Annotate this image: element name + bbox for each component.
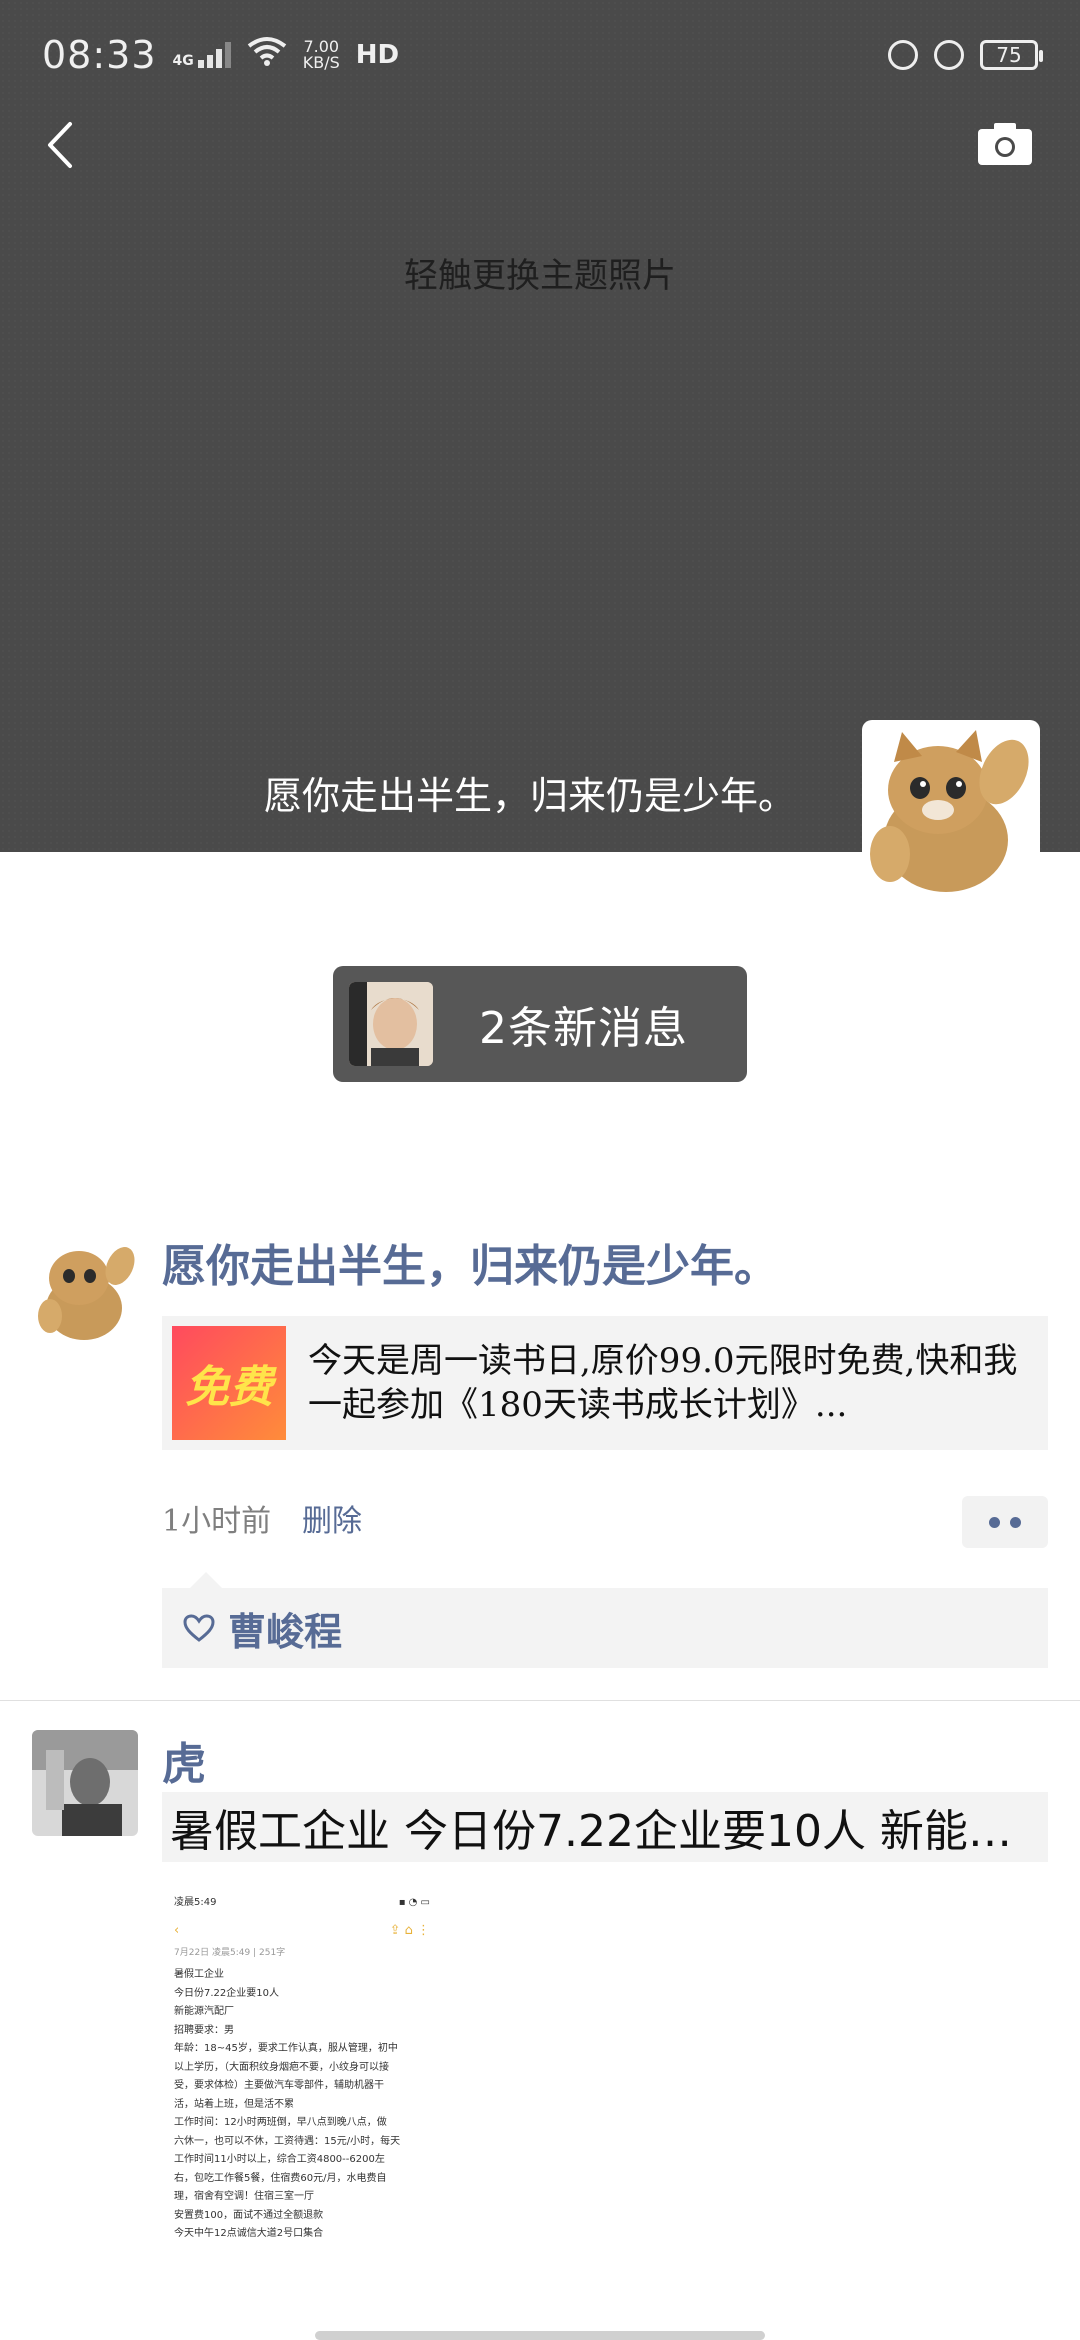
image-note-line: 暑假工企业	[174, 1969, 224, 1980]
image-note-line: 新能源汽配厂	[174, 2006, 234, 2017]
new-messages-button[interactable]: 2条新消息	[333, 966, 747, 1082]
profile-avatar[interactable]	[864, 722, 1038, 896]
image-note-line: 今天中午12点诚信大道2号口集合	[174, 2228, 324, 2239]
home-indicator[interactable]	[315, 2331, 765, 2340]
post-avatar[interactable]	[32, 1730, 138, 1836]
status-bar: 08:33 4G 7.00 KB/S HD 75	[0, 0, 1080, 110]
image-toolbar: ‹ ⇪ ⌂ ⋮	[162, 1912, 440, 1940]
person-avatar-image	[32, 1730, 138, 1836]
status-time: 08:33	[42, 33, 157, 77]
image-tool-icons: ⇪ ⌂ ⋮	[389, 1923, 430, 1938]
speed-unit: KB/S	[302, 53, 340, 72]
image-status-bar: 凌晨5:49 ▪ ◔ ▭	[162, 1888, 440, 1912]
image-note-line: 活，站着上班，但是活不累	[174, 2098, 294, 2110]
camera-icon	[978, 123, 1032, 165]
image-note-line: 右，包吃工作餐5餐，住宿费60元/月，水电费自	[174, 2172, 387, 2184]
image-note-line: 受，要求体检）主要做汽车零部件，辅助机器干	[174, 2080, 384, 2091]
post-image[interactable]: 凌晨5:49 ▪ ◔ ▭ ‹ ⇪ ⌂ ⋮ 7月22日 凌晨5:49 | 251字…	[162, 1888, 440, 2268]
back-button[interactable]	[30, 115, 90, 175]
post-avatar[interactable]	[34, 1236, 140, 1342]
back-arrow-icon	[48, 122, 72, 168]
dot-icon	[1010, 1516, 1021, 1528]
change-cover-hint[interactable]: 轻触更换主题照片	[0, 248, 1080, 297]
post-text: 暑假工企业 今日份7.22企业要10人 新能源汽配厂招聘要求：男	[170, 1806, 1040, 1857]
image-note-line: 招聘要求：男	[174, 2024, 234, 2036]
image-status-time: 凌晨5:49	[174, 1897, 217, 1908]
share-thumbnail: 免费	[172, 1326, 286, 1440]
image-note-line: 工作时间11小时以上，综合工资4800--6200左	[174, 2154, 385, 2165]
post-author-name[interactable]: 虎	[162, 1728, 206, 1792]
heart-icon	[183, 1614, 215, 1642]
post-text-box[interactable]: 暑假工企业 今日份7.22企业要10人 新能源汽配厂招聘要求：男	[162, 1792, 1048, 1862]
network-type: 4G	[172, 53, 194, 69]
image-note-line: 工作时间：12小时两班倒，早八点到晚八点，做	[174, 2117, 387, 2128]
network-speed: 7.00 KB/S	[303, 39, 340, 71]
post-time: 1小时前	[162, 1504, 272, 1539]
shared-link-card[interactable]: 免费 今天是周一读书日,原价99.0元限时免费,快和我一起参加《180天读书成长…	[162, 1316, 1048, 1450]
alarm-icon	[934, 40, 964, 70]
hd-icon: HD	[355, 40, 400, 70]
likes-section: 曹峻程	[162, 1572, 1048, 1668]
image-note-date: 7月22日 凌晨5:49 | 251字	[174, 1948, 286, 1958]
new-message-avatar	[349, 982, 433, 1066]
lock-rotation-icon	[888, 40, 918, 70]
post-author-name[interactable]: 愿你走出半生，归来仍是少年。	[162, 1230, 778, 1294]
image-note-line: 理，宿舍有空调！住宿三室一厅	[174, 2191, 314, 2202]
delete-link[interactable]: 删除	[302, 1496, 362, 1540]
kitten-avatar-image	[34, 1236, 140, 1342]
image-note-line: 今日份7.22企业要10人	[174, 1987, 279, 1999]
image-note-line: 以上学历，（大面积纹身烟疤不要，小纹身可以接	[174, 2061, 389, 2073]
new-messages-label: 2条新消息	[479, 1003, 688, 1054]
image-status-icons: ▪ ◔ ▭	[398, 1897, 430, 1908]
signal-icon: 4G	[173, 42, 231, 68]
image-back-icon: ‹	[174, 1923, 180, 1938]
wifi-icon	[247, 35, 287, 75]
profile-signature: 愿你走出半生，归来仍是少年。	[263, 774, 796, 818]
camera-button[interactable]	[975, 118, 1035, 170]
share-description: 今天是周一读书日,原价99.0元限时免费,快和我一起参加《180天读书成长计划》…	[308, 1341, 1018, 1425]
like-user-name[interactable]: 曹峻程	[228, 1601, 342, 1656]
post-divider	[0, 1700, 1080, 1701]
more-options-button[interactable]	[962, 1496, 1048, 1548]
image-note-line: 六休一，也可以不休，工资待遇：15元/小时，每天	[174, 2135, 401, 2147]
kitten-avatar-image	[864, 722, 1038, 896]
image-note-line: 安置费100，面试不通过全额退款	[174, 2209, 324, 2221]
image-note-lines: 暑假工企业 今日份7.22企业要10人 新能源汽配厂 招聘要求：男 年龄：18~…	[162, 1966, 440, 2244]
battery-icon: 75	[980, 40, 1043, 70]
dot-icon	[989, 1516, 1000, 1528]
image-note-line: 年龄：18~45岁，要求工作认真，服从管理，初中	[174, 2043, 398, 2054]
